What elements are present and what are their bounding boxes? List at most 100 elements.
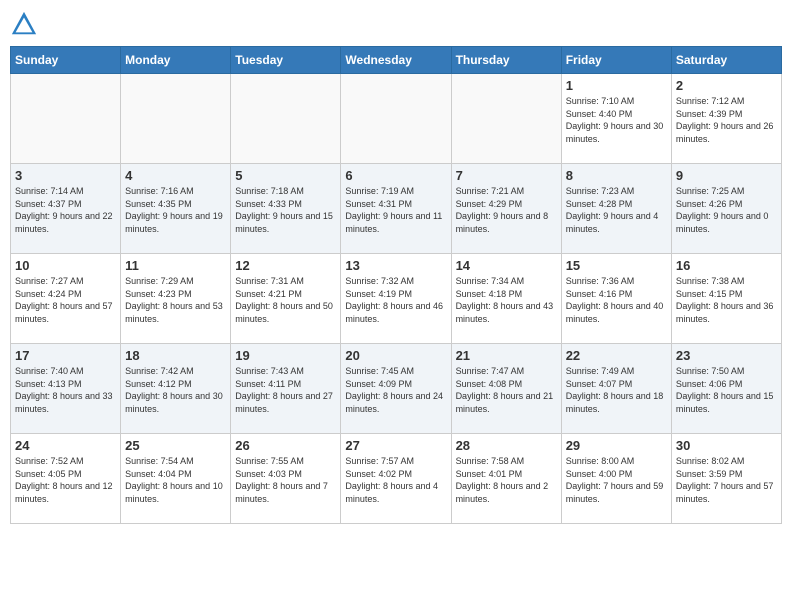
- calendar-cell: 11 Sunrise: 7:29 AM Sunset: 4:23 PM Dayli…: [121, 254, 231, 344]
- calendar-cell: 8 Sunrise: 7:23 AM Sunset: 4:28 PM Daylig…: [561, 164, 671, 254]
- day-info: Sunrise: 7:52 AM Sunset: 4:05 PM Dayligh…: [15, 455, 116, 505]
- day-info: Sunrise: 7:50 AM Sunset: 4:06 PM Dayligh…: [676, 365, 777, 415]
- calendar-cell: 25 Sunrise: 7:54 AM Sunset: 4:04 PM Dayli…: [121, 434, 231, 524]
- calendar-cell: 18 Sunrise: 7:42 AM Sunset: 4:12 PM Dayli…: [121, 344, 231, 434]
- calendar-cell: 4 Sunrise: 7:16 AM Sunset: 4:35 PM Daylig…: [121, 164, 231, 254]
- calendar-cell: 27 Sunrise: 7:57 AM Sunset: 4:02 PM Dayli…: [341, 434, 451, 524]
- logo-icon: [10, 10, 38, 38]
- header-wednesday: Wednesday: [341, 47, 451, 74]
- day-number: 28: [456, 438, 557, 453]
- day-number: 8: [566, 168, 667, 183]
- day-number: 2: [676, 78, 777, 93]
- calendar-cell: [341, 74, 451, 164]
- day-info: Sunrise: 7:23 AM Sunset: 4:28 PM Dayligh…: [566, 185, 667, 235]
- day-number: 10: [15, 258, 116, 273]
- day-info: Sunrise: 7:49 AM Sunset: 4:07 PM Dayligh…: [566, 365, 667, 415]
- day-number: 3: [15, 168, 116, 183]
- calendar-cell: 6 Sunrise: 7:19 AM Sunset: 4:31 PM Daylig…: [341, 164, 451, 254]
- calendar-cell: [121, 74, 231, 164]
- header-monday: Monday: [121, 47, 231, 74]
- day-info: Sunrise: 7:47 AM Sunset: 4:08 PM Dayligh…: [456, 365, 557, 415]
- day-info: Sunrise: 7:19 AM Sunset: 4:31 PM Dayligh…: [345, 185, 446, 235]
- day-info: Sunrise: 7:57 AM Sunset: 4:02 PM Dayligh…: [345, 455, 446, 505]
- calendar-cell: 22 Sunrise: 7:49 AM Sunset: 4:07 PM Dayli…: [561, 344, 671, 434]
- calendar-cell: 1 Sunrise: 7:10 AM Sunset: 4:40 PM Daylig…: [561, 74, 671, 164]
- calendar-cell: 17 Sunrise: 7:40 AM Sunset: 4:13 PM Dayli…: [11, 344, 121, 434]
- day-number: 6: [345, 168, 446, 183]
- day-info: Sunrise: 8:00 AM Sunset: 4:00 PM Dayligh…: [566, 455, 667, 505]
- day-number: 20: [345, 348, 446, 363]
- header-tuesday: Tuesday: [231, 47, 341, 74]
- day-number: 30: [676, 438, 777, 453]
- day-info: Sunrise: 7:54 AM Sunset: 4:04 PM Dayligh…: [125, 455, 226, 505]
- calendar-cell: 30 Sunrise: 8:02 AM Sunset: 3:59 PM Dayli…: [671, 434, 781, 524]
- logo: [10, 10, 42, 38]
- day-number: 25: [125, 438, 226, 453]
- calendar-cell: 10 Sunrise: 7:27 AM Sunset: 4:24 PM Dayli…: [11, 254, 121, 344]
- day-number: 29: [566, 438, 667, 453]
- day-info: Sunrise: 7:12 AM Sunset: 4:39 PM Dayligh…: [676, 95, 777, 145]
- day-info: Sunrise: 7:27 AM Sunset: 4:24 PM Dayligh…: [15, 275, 116, 325]
- day-info: Sunrise: 7:36 AM Sunset: 4:16 PM Dayligh…: [566, 275, 667, 325]
- day-number: 26: [235, 438, 336, 453]
- day-number: 13: [345, 258, 446, 273]
- calendar-cell: 3 Sunrise: 7:14 AM Sunset: 4:37 PM Daylig…: [11, 164, 121, 254]
- header-saturday: Saturday: [671, 47, 781, 74]
- day-number: 14: [456, 258, 557, 273]
- day-number: 27: [345, 438, 446, 453]
- day-number: 4: [125, 168, 226, 183]
- day-number: 9: [676, 168, 777, 183]
- calendar-cell: 13Sunrise: 7:32 AM Sunset: 4:19 PM Dayli…: [341, 254, 451, 344]
- calendar-cell: 14 Sunrise: 7:34 AM Sunset: 4:18 PM Dayli…: [451, 254, 561, 344]
- calendar-cell: [11, 74, 121, 164]
- calendar-cell: 19 Sunrise: 7:43 AM Sunset: 4:11 PM Dayli…: [231, 344, 341, 434]
- day-number: 11: [125, 258, 226, 273]
- day-info: Sunrise: 7:10 AM Sunset: 4:40 PM Dayligh…: [566, 95, 667, 145]
- day-number: 12: [235, 258, 336, 273]
- day-info: Sunrise: 8:02 AM Sunset: 3:59 PM Dayligh…: [676, 455, 777, 505]
- calendar-cell: 12 Sunrise: 7:31 AM Sunset: 4:21 PM Dayli…: [231, 254, 341, 344]
- day-info: Sunrise: 7:55 AM Sunset: 4:03 PM Dayligh…: [235, 455, 336, 505]
- day-info: Sunrise: 7:42 AM Sunset: 4:12 PM Dayligh…: [125, 365, 226, 415]
- header-sunday: Sunday: [11, 47, 121, 74]
- calendar-table: SundayMondayTuesdayWednesdayThursdayFrid…: [10, 46, 782, 524]
- day-number: 19: [235, 348, 336, 363]
- calendar-cell: 24 Sunrise: 7:52 AM Sunset: 4:05 PM Dayli…: [11, 434, 121, 524]
- calendar-cell: 28 Sunrise: 7:58 AM Sunset: 4:01 PM Dayli…: [451, 434, 561, 524]
- day-info: Sunrise: 7:40 AM Sunset: 4:13 PM Dayligh…: [15, 365, 116, 415]
- calendar-cell: 16 Sunrise: 7:38 AM Sunset: 4:15 PM Dayli…: [671, 254, 781, 344]
- day-info: Sunrise: 7:29 AM Sunset: 4:23 PM Dayligh…: [125, 275, 226, 325]
- day-number: 16: [676, 258, 777, 273]
- calendar-cell: 2 Sunrise: 7:12 AM Sunset: 4:39 PM Daylig…: [671, 74, 781, 164]
- calendar-cell: 15 Sunrise: 7:36 AM Sunset: 4:16 PM Dayli…: [561, 254, 671, 344]
- day-number: 1: [566, 78, 667, 93]
- day-number: 22: [566, 348, 667, 363]
- day-number: 18: [125, 348, 226, 363]
- calendar-cell: 23Sunrise: 7:50 AM Sunset: 4:06 PM Dayli…: [671, 344, 781, 434]
- day-number: 15: [566, 258, 667, 273]
- day-info: Sunrise: 7:34 AM Sunset: 4:18 PM Dayligh…: [456, 275, 557, 325]
- calendar-cell: 20 Sunrise: 7:45 AM Sunset: 4:09 PM Dayli…: [341, 344, 451, 434]
- day-number: 21: [456, 348, 557, 363]
- calendar-cell: 29 Sunrise: 8:00 AM Sunset: 4:00 PM Dayli…: [561, 434, 671, 524]
- day-info: Sunrise: 7:14 AM Sunset: 4:37 PM Dayligh…: [15, 185, 116, 235]
- calendar-cell: 21 Sunrise: 7:47 AM Sunset: 4:08 PM Dayli…: [451, 344, 561, 434]
- header-friday: Friday: [561, 47, 671, 74]
- day-info: Sunrise: 7:45 AM Sunset: 4:09 PM Dayligh…: [345, 365, 446, 415]
- day-info: Sunrise: 7:18 AM Sunset: 4:33 PM Dayligh…: [235, 185, 336, 235]
- calendar-cell: 7 Sunrise: 7:21 AM Sunset: 4:29 PM Daylig…: [451, 164, 561, 254]
- calendar-cell: [231, 74, 341, 164]
- page-header: [10, 10, 782, 38]
- day-info: Sunrise: 7:31 AM Sunset: 4:21 PM Dayligh…: [235, 275, 336, 325]
- day-info: Sunrise: 7:58 AM Sunset: 4:01 PM Dayligh…: [456, 455, 557, 505]
- day-number: 7: [456, 168, 557, 183]
- day-info: Sunrise: 7:25 AM Sunset: 4:26 PM Dayligh…: [676, 185, 777, 235]
- calendar-cell: 9 Sunrise: 7:25 AM Sunset: 4:26 PM Daylig…: [671, 164, 781, 254]
- day-number: 17: [15, 348, 116, 363]
- day-info: Sunrise: 7:21 AM Sunset: 4:29 PM Dayligh…: [456, 185, 557, 235]
- day-info: Sunrise: 7:16 AM Sunset: 4:35 PM Dayligh…: [125, 185, 226, 235]
- day-info: Sunrise: 7:43 AM Sunset: 4:11 PM Dayligh…: [235, 365, 336, 415]
- calendar-cell: 5Sunrise: 7:18 AM Sunset: 4:33 PM Daylig…: [231, 164, 341, 254]
- day-number: 24: [15, 438, 116, 453]
- day-info: Sunrise: 7:38 AM Sunset: 4:15 PM Dayligh…: [676, 275, 777, 325]
